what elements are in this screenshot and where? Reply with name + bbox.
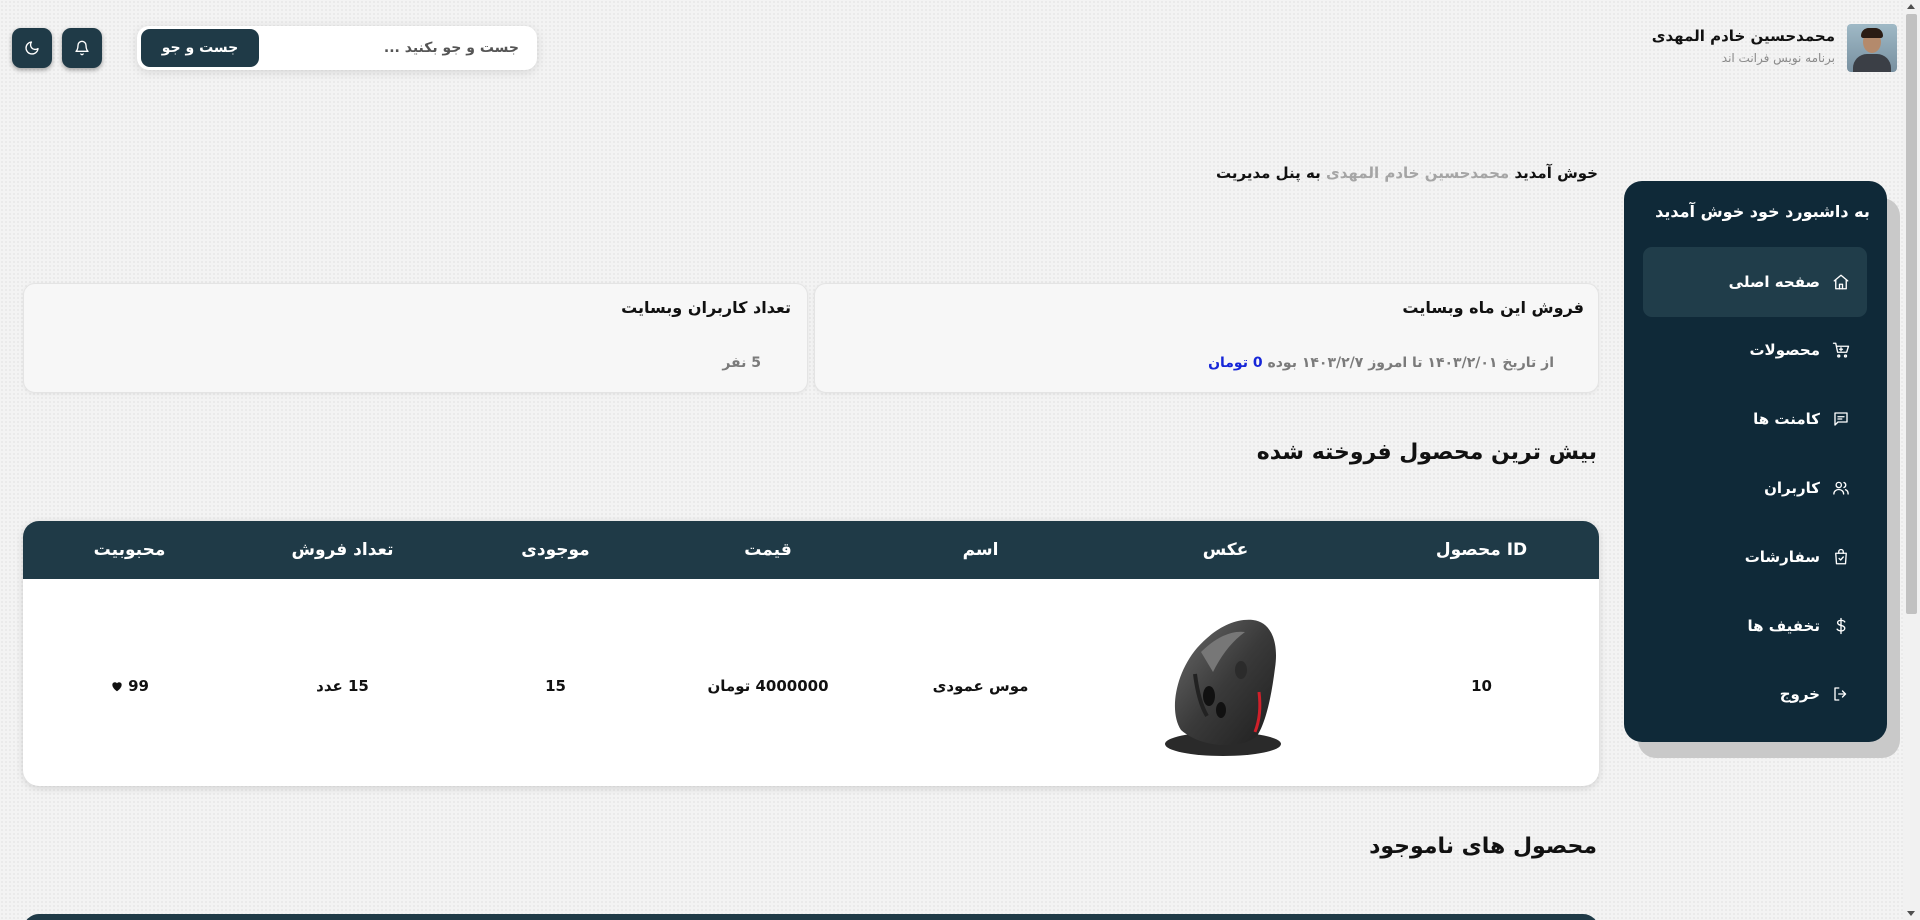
- sidebar-item-label: کاربران: [1764, 479, 1820, 497]
- users-count-value: 5 نفر: [722, 355, 761, 371]
- sidebar-title: به داشبورد خود خوش آمدید: [1655, 202, 1870, 221]
- scrollbar-thumb[interactable]: [1906, 14, 1917, 614]
- notification-button[interactable]: [62, 28, 102, 68]
- avatar: [1847, 24, 1897, 72]
- sidebar-item-label: سفارشات: [1744, 548, 1820, 566]
- product-id: 10: [1471, 676, 1492, 695]
- shopping-bag-icon: [1835, 548, 1847, 565]
- moon-icon: [25, 41, 39, 55]
- search-bar: جست و جو: [137, 26, 537, 70]
- sidebar-item-logout[interactable]: خروج: [1643, 659, 1867, 729]
- sidebar-item-comments[interactable]: کامنت ها: [1643, 384, 1867, 454]
- search-button[interactable]: جست و جو: [141, 29, 259, 67]
- sidebar-item-products[interactable]: محصولات: [1643, 315, 1867, 385]
- sidebar-item-orders[interactable]: سفارشات: [1643, 522, 1867, 592]
- dollar-icon: [1836, 617, 1846, 635]
- scroll-down-icon[interactable]: [1907, 911, 1915, 916]
- product-price: 4000000 تومان: [707, 676, 829, 695]
- product-name: موس عمودی: [932, 676, 1029, 695]
- scroll-up-icon[interactable]: [1907, 4, 1915, 9]
- users-count-title: تعداد کاربران وبسایت: [621, 298, 791, 317]
- column-header-id: ID محصول: [1435, 540, 1528, 560]
- profile-role: برنامه نویس فرانت اند: [1721, 51, 1835, 65]
- sidebar-item-users[interactable]: کاربران: [1643, 453, 1867, 523]
- product-image-cell: [1087, 579, 1364, 786]
- column-header-image: عکس: [1202, 540, 1249, 560]
- sidebar-item-discounts[interactable]: تخفیف ها: [1643, 591, 1867, 661]
- sidebar-item-label: خروج: [1779, 685, 1820, 703]
- product-stock: 15: [545, 676, 566, 695]
- profile-name: محمدحسین خادم المهدی: [1651, 27, 1835, 45]
- table-row: 10 موس عمودی 4000000 تومان 15 15 عدد 99: [23, 579, 1599, 786]
- welcome-prefix: خوش آمدید: [1514, 164, 1598, 182]
- monthly-sales-amount: 0 تومان: [1208, 355, 1263, 371]
- best-selling-heading: بیش ترین محصول فروخته شده: [1256, 440, 1597, 465]
- popularity-value: 99: [128, 676, 149, 695]
- product-sales-count: 15 عدد: [316, 676, 369, 695]
- out-of-stock-heading: محصول های ناموجود: [1369, 834, 1597, 859]
- cart-icon: [1832, 342, 1850, 358]
- users-count-card: تعداد کاربران وبسایت 5 نفر: [23, 283, 808, 393]
- table-header: ID محصول عکس اسم قیمت موجودی تعداد فروش …: [23, 521, 1599, 579]
- best-selling-table: ID محصول عکس اسم قیمت موجودی تعداد فروش …: [23, 521, 1599, 786]
- column-header-stock: موجودی: [521, 540, 590, 560]
- monthly-sales-title: فروش این ماه وبسایت: [1402, 298, 1584, 317]
- search-input[interactable]: [259, 29, 533, 67]
- user-profile[interactable]: محمدحسین خادم المهدی برنامه نویس فرانت ا…: [1652, 24, 1897, 72]
- sidebar: به داشبورد خود خوش آمدید صفحه اصلی محصول…: [1624, 181, 1887, 742]
- sidebar-item-label: کامنت ها: [1753, 410, 1820, 428]
- welcome-suffix: به پنل مدیریت: [1216, 164, 1321, 182]
- column-header-popularity: محبوبیت: [93, 540, 166, 560]
- monthly-sales-period: از تاریخ ۱۴۰۳/۲/۰۱ تا امروز ۱۴۰۳/۲/۷ بود…: [1267, 355, 1554, 371]
- vertical-mouse-image: [1164, 619, 1281, 756]
- sidebar-item-home[interactable]: صفحه اصلی: [1643, 247, 1867, 317]
- comment-icon: [1834, 412, 1848, 426]
- users-icon: [1833, 481, 1849, 495]
- sidebar-item-label: صفحه اصلی: [1728, 273, 1820, 291]
- welcome-user-name: محمدحسین خادم المهدی: [1325, 164, 1510, 182]
- column-header-price: قیمت: [744, 540, 792, 560]
- product-popularity: 99: [23, 579, 236, 786]
- out-of-stock-table: [23, 914, 1599, 920]
- monthly-sales-card: فروش این ماه وبسایت از تاریخ ۱۴۰۳/۲/۰۱ ت…: [814, 283, 1599, 393]
- home-icon: [1833, 274, 1849, 290]
- bell-icon: [75, 40, 89, 56]
- logout-icon: [1834, 687, 1847, 701]
- scrollbar[interactable]: [1903, 0, 1920, 920]
- column-header-sales: تعداد فروش: [291, 540, 394, 560]
- sidebar-item-label: محصولات: [1749, 341, 1820, 359]
- sidebar-item-label: تخفیف ها: [1747, 617, 1820, 635]
- heart-icon: [112, 681, 122, 691]
- theme-toggle-button[interactable]: [12, 28, 52, 68]
- monthly-sales-text: از تاریخ ۱۴۰۳/۲/۰۱ تا امروز ۱۴۰۳/۲/۷ بود…: [1208, 355, 1554, 371]
- column-header-name: اسم: [962, 540, 999, 560]
- welcome-message: خوش آمدید محمدحسین خادم المهدی به پنل مد…: [1216, 164, 1598, 182]
